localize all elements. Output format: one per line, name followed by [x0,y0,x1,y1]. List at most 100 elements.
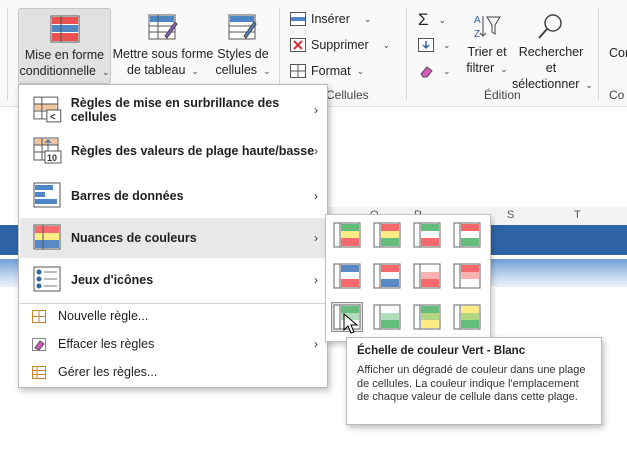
top-bottom-rules-icon: 10 [33,137,62,164]
sort-label-1: Trier et [467,45,507,59]
menu-item-data-bars[interactable]: Barres de données › [20,176,326,216]
table-format-icon [148,14,178,40]
sort-filter-icon: A Z [474,15,501,40]
color-scale-white-red[interactable] [412,262,442,290]
svg-text:<: < [50,112,56,123]
data-bars-icon [33,182,61,208]
format-button[interactable]: Format ⌄ [290,64,364,78]
tooltip: Échelle de couleur Vert - Blanc Afficher… [346,337,602,425]
group-separator [598,8,599,100]
svg-text:Z: Z [474,29,480,40]
search-icon [538,14,562,39]
color-scale-yellow-green[interactable] [452,303,482,331]
color-scale-green-white-red[interactable] [412,221,442,249]
menu-label: Règles des valeurs de plage haute/basse [71,144,315,158]
menu-item-manage-rules[interactable]: Gérer les règles... [20,359,326,385]
autosum-button[interactable]: Σ ⌄ [418,10,446,30]
find-label-2: sélectionner [512,77,580,91]
color-scale-white-green[interactable] [372,303,402,331]
chevron-down-icon: ⌄ [191,66,199,76]
menu-item-highlight-rules[interactable]: < Règles de mise en surbrillance des cel… [20,90,326,130]
menu-item-color-scales[interactable]: Nuances de couleurs › [20,218,326,258]
cond-format-label-2: conditionnelle [19,64,96,78]
chevron-right-icon: › [314,103,318,117]
color-scale-blue-white-red[interactable] [332,262,362,290]
color-scale-red-white-green[interactable] [452,221,482,249]
menu-item-top-bottom-rules[interactable]: 10 Règles des valeurs de plage haute/bas… [20,131,326,171]
color-scale-red-white[interactable] [452,262,482,290]
format-label: Format [311,64,351,78]
icon-sets-icon [33,266,61,292]
eraser-icon [32,337,46,351]
menu-label: Jeux d'icônes [71,273,154,287]
chevron-right-icon: › [314,144,318,158]
menu-label: Nouvelle règle... [58,309,149,323]
chevron-down-icon: ⌄ [443,39,451,50]
format-as-table-button[interactable]: Mettre sous forme de tableau ⌄ [112,8,214,82]
sort-filter-button[interactable]: A Z Trier et filtrer ⌄ [462,10,512,82]
menu-label: Gérer les règles... [58,365,158,379]
table-format-label-2: de tableau [127,63,186,77]
table-format-label-1: Mettre sous forme [112,47,214,61]
tooltip-title: Échelle de couleur Vert - Blanc [357,345,526,357]
chevron-down-icon: ⌄ [101,67,110,77]
editing-group-label: Édition [484,88,521,102]
chevron-down-icon: ⌄ [363,13,372,24]
svg-text:10: 10 [47,153,57,163]
sigma-icon: Σ [418,10,429,29]
eraser-icon [420,66,433,78]
cell-styles-button[interactable]: Styles de cellules ⌄ [214,8,272,82]
conditional-format-button[interactable]: Mise en forme conditionnelle ⌄ [18,8,111,84]
fill-button[interactable]: ⌄ [418,38,451,52]
cond-format-label-1: Mise en forme [24,48,105,62]
column-header-s[interactable]: S [507,209,514,221]
chevron-down-icon: ⌄ [263,66,271,76]
chevron-down-icon: ⌄ [585,80,593,90]
conditional-format-menu: < Règles de mise en surbrillance des cel… [18,84,328,388]
group-separator [406,8,407,100]
chevron-down-icon: ⌄ [500,64,508,74]
tooltip-body: Afficher un dégradé de couleur dans une … [357,364,586,403]
highlight-rules-icon: < [33,96,62,123]
menu-label: Effacer les règles [58,337,155,351]
chevron-right-icon: › [314,231,318,245]
menu-label: Règles de mise en surbrillance des cellu… [70,96,280,124]
cut-off-group-label: Co [609,88,625,102]
chevron-right-icon: › [314,189,318,203]
chevron-right-icon: › [314,337,318,351]
cell-styles-label-1: Styles de [217,47,269,61]
delete-cells-icon [290,38,306,52]
delete-label: Supprimer [311,38,369,52]
find-select-button[interactable]: Rechercher et sélectionner ⌄ [512,10,593,91]
clear-button[interactable]: ⌄ [418,64,451,78]
cut-off-ribbon-item[interactable]: Cor [609,46,627,60]
chevron-down-icon: ⌄ [438,14,447,25]
color-scale-green-yellow[interactable] [412,303,442,331]
group-separator [7,8,8,100]
cell-styles-label-2: cellules [215,63,258,77]
color-scale-red-yellow-green[interactable] [372,221,402,249]
color-scale-red-white-blue[interactable] [372,262,402,290]
cells-group-label: Cellules [326,88,369,102]
find-label-1: Rechercher et [518,45,584,75]
delete-button[interactable]: Supprimer ⌄ [290,38,390,52]
cell-styles-icon [228,14,257,40]
chevron-down-icon: ⌄ [443,65,451,76]
color-scale-green-yellow-red[interactable] [332,221,362,249]
menu-item-new-rule[interactable]: Nouvelle règle... [20,303,326,329]
chevron-right-icon: › [314,273,318,287]
insert-label: Insérer [311,12,350,26]
format-cells-icon [290,64,306,78]
sort-label-2: filtrer [466,61,495,75]
menu-label: Barres de données [71,189,184,203]
column-header-t[interactable]: T [574,209,581,221]
new-rule-icon [32,309,46,323]
insert-button[interactable]: Insérer ⌄ [290,12,371,26]
conditional-format-icon [50,15,79,43]
fill-down-icon [418,38,434,52]
chevron-down-icon: ⌄ [382,39,391,50]
menu-item-clear-rules[interactable]: Effacer les règles › [20,331,326,357]
menu-label: Nuances de couleurs [71,231,197,245]
menu-item-icon-sets[interactable]: Jeux d'icônes › [20,260,326,300]
mouse-cursor-icon [343,313,359,334]
